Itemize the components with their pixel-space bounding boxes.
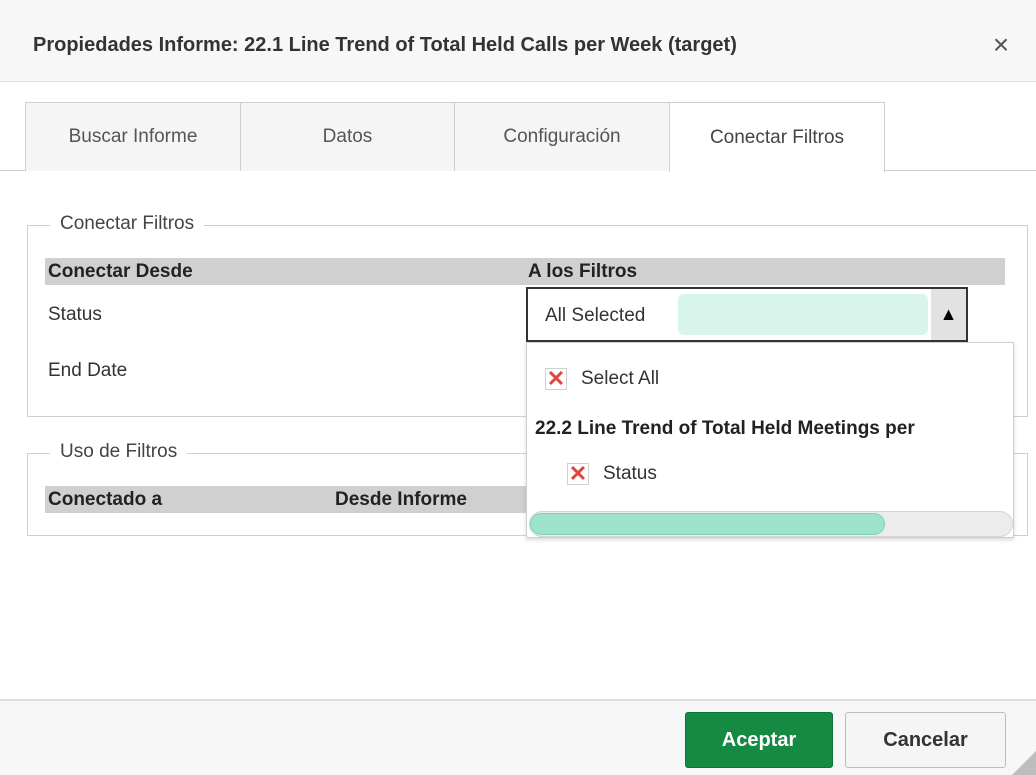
connect-filters-legend: Conectar Filtros [50,213,205,235]
tab-configuracion[interactable]: Configuración [454,102,670,171]
dropdown-item-status[interactable]: ✕ Status [567,463,657,485]
column-desde-informe: Desde Informe [335,489,467,510]
checkbox-x-icon[interactable]: ✕ [567,463,589,485]
filter-dropdown-list: ✕ Select All 22.2 Line Trend of Total He… [526,342,1014,538]
select-all-option[interactable]: ✕ Select All [545,368,659,390]
filter-row-status: Status [48,304,102,325]
column-conectado-a: Conectado a [48,489,163,510]
tab-buscar-informe[interactable]: Buscar Informe [25,102,241,171]
column-a-los-filtros: A los Filtros [528,261,638,282]
column-conectar-desde: Conectar Desde [48,261,193,282]
filter-select-dropdown[interactable]: All Selected ▲ [526,287,968,342]
horizontal-scrollbar-thumb[interactable] [530,513,885,535]
filter-row-end-date: End Date [48,360,128,381]
tab-label: Conectar Filtros [709,126,845,148]
tab-label: Buscar Informe [68,126,198,147]
select-value: All Selected [545,305,646,326]
tab-datos[interactable]: Datos [240,102,455,171]
tab-conectar-filtros[interactable]: Conectar Filtros [669,102,885,172]
accept-button[interactable]: Aceptar [685,712,833,768]
checkbox-x-icon[interactable]: ✕ [545,368,567,390]
select-fill [678,294,928,335]
tab-label: Datos [322,126,373,147]
resize-grip-icon[interactable] [1012,751,1036,775]
dropdown-item-label: Status [603,463,657,484]
tab-label: Configuración [503,126,621,147]
close-icon[interactable]: × [986,30,1016,60]
dialog-title: Propiedades Informe: 22.1 Line Trend of … [33,34,737,56]
dropdown-group-label: 22.2 Line Trend of Total Held Meetings p… [535,418,915,439]
cancel-button[interactable]: Cancelar [845,712,1006,768]
chevron-up-icon[interactable]: ▲ [931,289,966,340]
dialog-header: Propiedades Informe: 22.1 Line Trend of … [0,0,1036,82]
select-all-label: Select All [581,368,660,389]
filter-usage-legend: Uso de Filtros [50,441,188,463]
